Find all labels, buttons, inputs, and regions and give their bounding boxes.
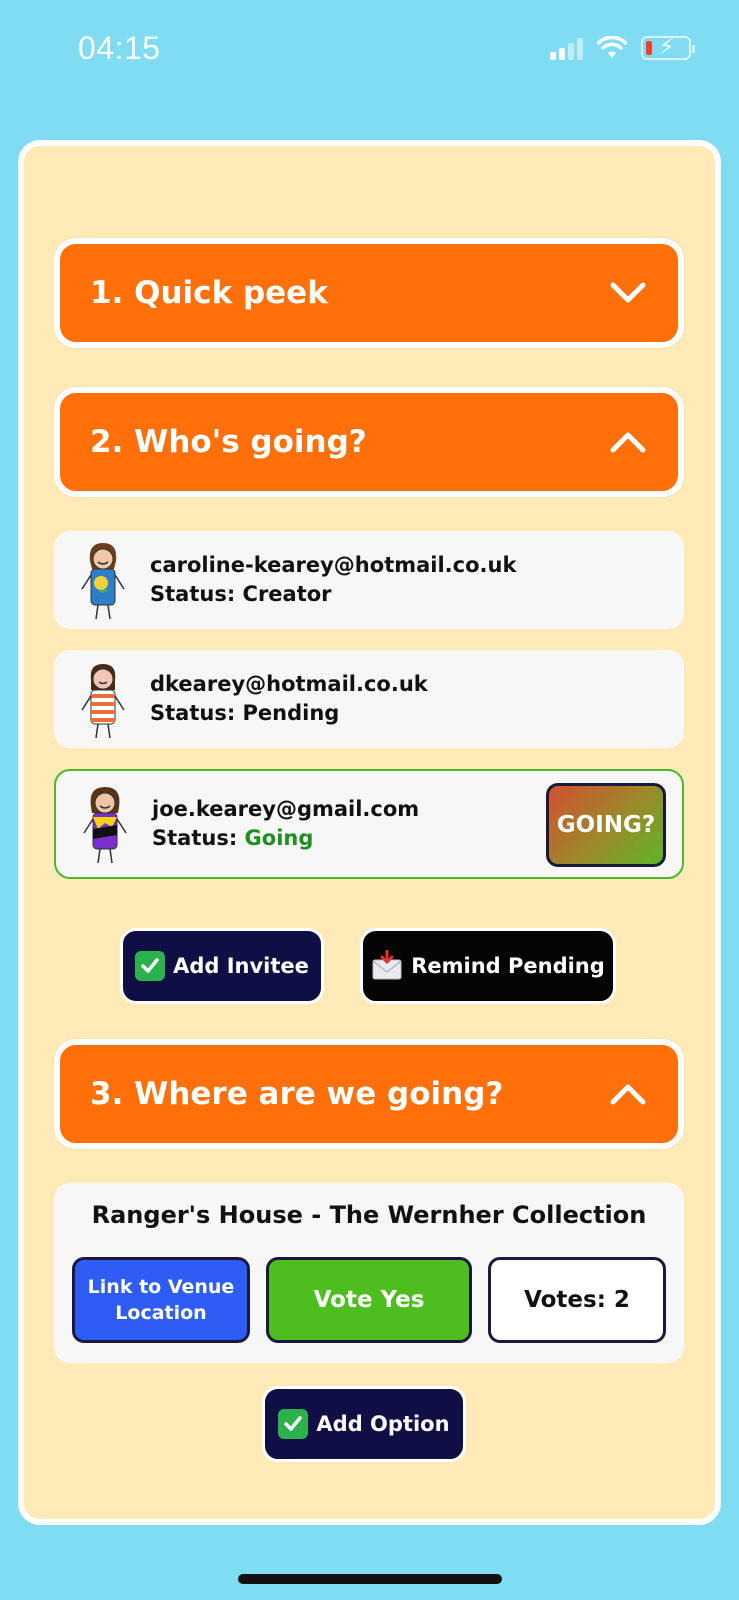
status-prefix: Status: bbox=[152, 826, 245, 850]
status-bar: 04:15 ⚡ bbox=[0, 0, 739, 100]
remind-pending-button[interactable]: Remind Pending bbox=[360, 928, 616, 1004]
invitee-email: caroline-kearey@hotmail.co.uk bbox=[150, 553, 517, 577]
signal-icon bbox=[550, 36, 583, 60]
invitee-row-current-user: joe.kearey@gmail.com Status: Going GOING… bbox=[54, 769, 684, 879]
add-option-button[interactable]: Add Option bbox=[262, 1386, 466, 1462]
invitee-status: Status: Pending bbox=[150, 699, 428, 728]
section-whos-going-header[interactable]: 2. Who's going? bbox=[54, 387, 684, 497]
add-invitee-label: Add Invitee bbox=[173, 954, 309, 978]
check-mark-emoji-icon bbox=[135, 951, 166, 981]
status-value: Creator bbox=[242, 582, 332, 606]
vote-yes-button[interactable]: Vote Yes bbox=[266, 1257, 472, 1343]
envelope-emoji-icon bbox=[372, 950, 402, 980]
votes-count: Votes: 2 bbox=[488, 1257, 666, 1343]
invitee-row: caroline-kearey@hotmail.co.uk Status: Cr… bbox=[54, 531, 684, 629]
remind-pending-label: Remind Pending bbox=[411, 954, 605, 978]
add-option-label: Add Option bbox=[316, 1412, 450, 1436]
section-title: 3. Where are we going? bbox=[90, 1076, 504, 1112]
status-value: Pending bbox=[242, 701, 340, 725]
invitee-email: dkearey@hotmail.co.uk bbox=[150, 672, 428, 696]
venue-option-card: Ranger's House - The Wernher Collection … bbox=[54, 1183, 684, 1363]
section-title: 2. Who's going? bbox=[90, 424, 367, 460]
avatar bbox=[81, 543, 125, 620]
chevron-down-icon[interactable] bbox=[608, 273, 648, 313]
system-icons: ⚡ bbox=[550, 35, 695, 60]
status-prefix: Status: bbox=[150, 582, 243, 606]
avatar bbox=[83, 787, 127, 864]
section-quick-peek-header[interactable]: 1. Quick peek bbox=[54, 238, 684, 348]
invitee-email: joe.kearey@gmail.com bbox=[152, 797, 420, 821]
check-mark-emoji-icon bbox=[278, 1409, 309, 1439]
venue-name: Ranger's House - The Wernher Collection bbox=[91, 1201, 647, 1229]
venue-location-link-button[interactable]: Link to Venue Location bbox=[72, 1257, 250, 1343]
invitee-status: Status: Creator bbox=[150, 580, 516, 609]
add-invitee-button[interactable]: Add Invitee bbox=[120, 928, 324, 1004]
section-where-header[interactable]: 3. Where are we going? bbox=[54, 1039, 684, 1149]
section-title: 1. Quick peek bbox=[90, 275, 328, 311]
battery-charging-icon: ⚡ bbox=[641, 35, 695, 60]
event-card: 1. Quick peek 2. Who's going? caroline-k… bbox=[18, 140, 721, 1525]
avatar bbox=[81, 664, 125, 739]
wifi-icon bbox=[597, 36, 627, 58]
invitee-row: dkearey@hotmail.co.uk Status: Pending bbox=[54, 650, 684, 748]
home-indicator[interactable] bbox=[238, 1574, 502, 1584]
going-toggle-button[interactable]: GOING? bbox=[546, 783, 666, 867]
chevron-up-icon[interactable] bbox=[608, 1074, 648, 1114]
status-prefix: Status: bbox=[150, 701, 243, 725]
invitee-status: Status: Going bbox=[152, 824, 419, 853]
status-time: 04:15 bbox=[78, 30, 161, 66]
chevron-up-icon[interactable] bbox=[608, 422, 648, 462]
status-value: Going bbox=[244, 826, 314, 850]
